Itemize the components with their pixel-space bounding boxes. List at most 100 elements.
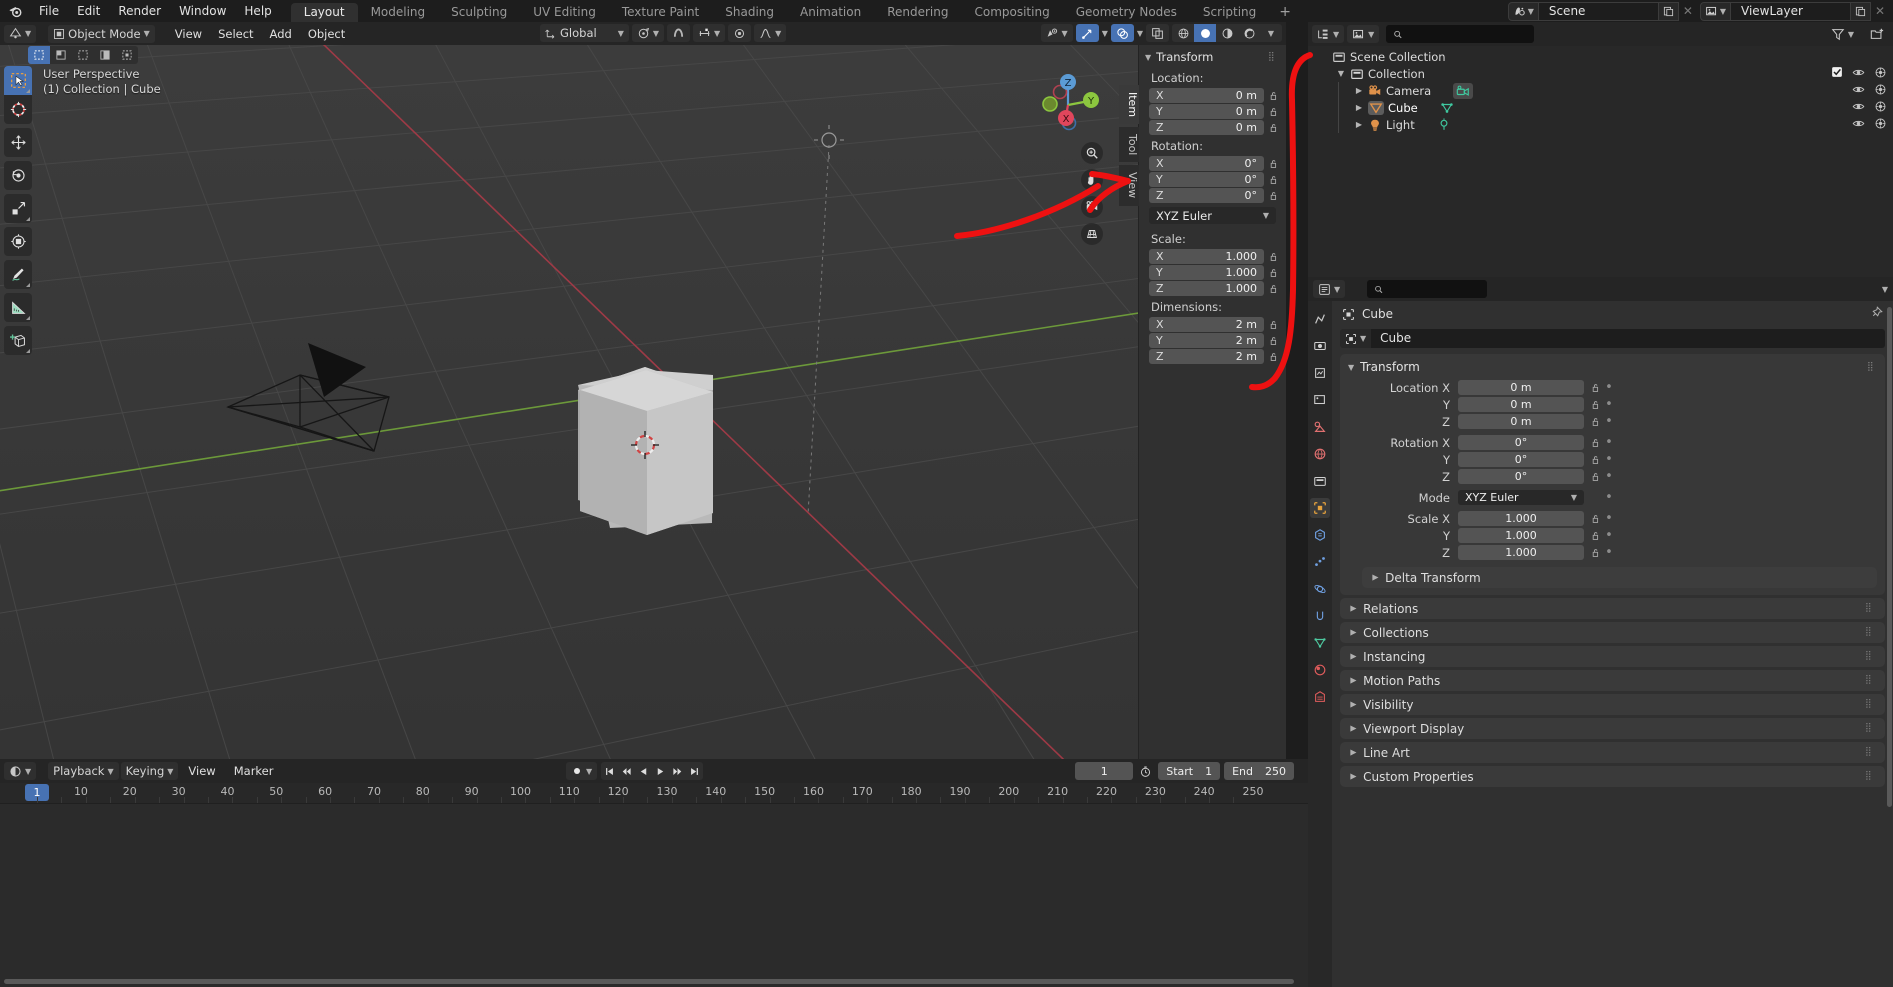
properties-tab-world-tab[interactable] bbox=[1310, 444, 1330, 464]
camera-view-icon[interactable] bbox=[1081, 196, 1103, 218]
hide-in-viewport-eye-icon[interactable] bbox=[1852, 83, 1865, 99]
snap-pivot-button[interactable]: ▼ bbox=[631, 24, 664, 42]
collapsed-panel-custom-properties[interactable]: ▼ Custom Properties ⣿ bbox=[1340, 766, 1885, 787]
cursor-tool[interactable] bbox=[4, 95, 32, 124]
property-value-field[interactable]: 0 m bbox=[1458, 397, 1584, 412]
timeline-marker-menu[interactable]: Marker bbox=[226, 762, 282, 780]
lock-icon[interactable] bbox=[1268, 121, 1280, 135]
collapsed-panel-visibility[interactable]: ▼ Visibility ⣿ bbox=[1340, 694, 1885, 715]
workspace-tab-scripting[interactable]: Scripting bbox=[1190, 3, 1269, 22]
transform-tool[interactable] bbox=[4, 227, 32, 256]
properties-tab-scene-tab[interactable] bbox=[1310, 417, 1330, 437]
editor-type-properties-icon[interactable]: ▼ bbox=[1313, 280, 1346, 298]
drag-grip-icon[interactable]: ⣿ bbox=[1865, 652, 1875, 661]
annotate-tool[interactable] bbox=[4, 260, 32, 289]
animate-property-dot-icon[interactable]: • bbox=[1602, 381, 1616, 394]
collapsed-panel-motion-paths[interactable]: ▼ Motion Paths ⣿ bbox=[1340, 670, 1885, 691]
shading-solid-button[interactable] bbox=[1194, 24, 1216, 42]
lock-icon[interactable] bbox=[1268, 173, 1280, 187]
lock-icon[interactable] bbox=[1590, 398, 1602, 412]
animate-property-dot-icon[interactable]: • bbox=[1602, 546, 1616, 559]
drag-grip-icon[interactable]: ⣿ bbox=[1865, 628, 1875, 637]
workspace-tab-layout[interactable]: Layout bbox=[290, 3, 358, 22]
numeric-field-z[interactable]: Z 1.000 bbox=[1149, 281, 1264, 296]
editor-type-outliner-icon[interactable]: ▼ bbox=[1312, 25, 1345, 43]
properties-tab-constraints-tab[interactable] bbox=[1310, 606, 1330, 626]
transform-panel-header[interactable]: ▼ Transform ⣿ bbox=[1340, 354, 1885, 380]
stopwatch-icon[interactable] bbox=[1137, 762, 1154, 780]
outliner-row-cube[interactable]: ▶ Cube bbox=[1308, 99, 1893, 116]
lock-icon[interactable] bbox=[1268, 350, 1280, 364]
mode-selector[interactable]: Object Mode ▼ bbox=[48, 24, 155, 43]
workspace-tab-texture-paint[interactable]: Texture Paint bbox=[609, 3, 712, 22]
drag-grip-icon[interactable]: ⣿ bbox=[1865, 772, 1875, 781]
properties-tab-particles-tab[interactable] bbox=[1310, 552, 1330, 572]
animate-property-dot-icon[interactable]: • bbox=[1602, 453, 1616, 466]
properties-tab-modifier-tab[interactable] bbox=[1310, 525, 1330, 545]
keying-menu[interactable]: Keying ▼ bbox=[120, 762, 179, 780]
property-value-field[interactable]: 1.000 bbox=[1458, 545, 1584, 560]
shading-wireframe-button[interactable] bbox=[1172, 24, 1194, 42]
workspace-tab-shading[interactable]: Shading bbox=[712, 3, 787, 22]
funnel-icon[interactable]: ▼ bbox=[1826, 25, 1859, 43]
falloff-curve-icon[interactable]: ▼ bbox=[754, 24, 787, 42]
properties-tab-collection-tab[interactable] bbox=[1310, 471, 1330, 491]
lock-icon[interactable] bbox=[1268, 282, 1280, 296]
n-panel-tab-tool[interactable]: Tool bbox=[1119, 127, 1139, 163]
disable-in-renders-camera-icon[interactable] bbox=[1874, 83, 1887, 99]
workspace-tab-rendering[interactable]: Rendering bbox=[874, 3, 961, 22]
numeric-field-z[interactable]: Z 2 m bbox=[1149, 349, 1264, 364]
current-frame-field[interactable]: 1 bbox=[1075, 762, 1134, 780]
lock-icon[interactable] bbox=[1268, 105, 1280, 119]
hide-in-viewport-eye-icon[interactable] bbox=[1852, 66, 1865, 82]
n-panel-tab-view[interactable]: View bbox=[1119, 165, 1139, 206]
lock-icon[interactable] bbox=[1268, 250, 1280, 264]
workspace-tab-modeling[interactable]: Modeling bbox=[358, 3, 439, 22]
properties-tab-object-data-tab[interactable] bbox=[1310, 633, 1330, 653]
drag-grip-icon[interactable]: ⣿ bbox=[1865, 748, 1875, 757]
top-menu-edit[interactable]: Edit bbox=[68, 0, 109, 22]
numeric-field-x[interactable]: X 0° bbox=[1149, 156, 1264, 171]
lock-icon[interactable] bbox=[1268, 157, 1280, 171]
scene-icon[interactable]: ▼ bbox=[1507, 1, 1539, 21]
top-menu-render[interactable]: Render bbox=[109, 0, 170, 22]
outliner-search-input[interactable] bbox=[1408, 27, 1528, 41]
numeric-field-z[interactable]: Z 0° bbox=[1149, 188, 1264, 203]
disable-in-renders-camera-icon[interactable] bbox=[1874, 117, 1887, 133]
lock-icon[interactable] bbox=[1268, 334, 1280, 348]
disclosure-triangle-open-icon[interactable]: ▼ bbox=[1334, 69, 1348, 78]
object-id-block[interactable]: ▼ Cube bbox=[1340, 329, 1885, 348]
outliner-row-camera[interactable]: ▶ Camera bbox=[1308, 82, 1893, 99]
disable-in-renders-camera-icon[interactable] bbox=[1874, 100, 1887, 116]
transform-orientation-selector[interactable]: Global ▼ bbox=[540, 24, 629, 42]
drag-grip-icon[interactable]: ⣿ bbox=[1865, 724, 1875, 733]
xray-toggle-button[interactable] bbox=[1146, 24, 1169, 42]
lock-icon[interactable] bbox=[1590, 436, 1602, 450]
collapsed-panel-relations[interactable]: ▼ Relations ⣿ bbox=[1340, 598, 1885, 619]
lock-icon[interactable] bbox=[1590, 415, 1602, 429]
numeric-field-y[interactable]: Y 1.000 bbox=[1149, 265, 1264, 280]
object-visibility-button[interactable]: ▼ bbox=[1040, 24, 1073, 42]
play-reverse-icon[interactable] bbox=[635, 762, 652, 780]
disclosure-triangle-closed-icon[interactable]: ▶ bbox=[1352, 120, 1366, 129]
chevron-down-icon[interactable]: ▼ bbox=[1137, 29, 1143, 38]
editor-type-3dview-icon[interactable]: ▼ bbox=[4, 24, 37, 43]
lock-icon[interactable] bbox=[1590, 546, 1602, 560]
property-value-field[interactable]: 1.000 bbox=[1458, 528, 1584, 543]
playback-menu[interactable]: Playback ▼ bbox=[48, 762, 119, 780]
select-extend-button[interactable] bbox=[50, 46, 72, 64]
collapsed-panel-line-art[interactable]: ▼ Line Art ⣿ bbox=[1340, 742, 1885, 763]
object-name-field[interactable]: Cube bbox=[1371, 329, 1885, 348]
properties-tab-physics-tab[interactable] bbox=[1310, 579, 1330, 599]
animate-property-dot-icon[interactable]: • bbox=[1602, 415, 1616, 428]
light-data-icon[interactable] bbox=[1437, 117, 1451, 132]
magnet-icon[interactable] bbox=[667, 24, 690, 42]
gizmo-toggle-button[interactable] bbox=[1075, 24, 1099, 42]
chevron-down-icon[interactable]: ▼ bbox=[1102, 29, 1108, 38]
animate-property-dot-icon[interactable]: • bbox=[1602, 436, 1616, 449]
mesh-data-icon[interactable] bbox=[1440, 101, 1454, 115]
chevron-down-icon[interactable]: ▼ bbox=[1882, 285, 1888, 294]
scene-name[interactable]: Scene bbox=[1538, 1, 1659, 21]
lock-icon[interactable] bbox=[1590, 470, 1602, 484]
outliner-search-box[interactable] bbox=[1386, 25, 1535, 43]
